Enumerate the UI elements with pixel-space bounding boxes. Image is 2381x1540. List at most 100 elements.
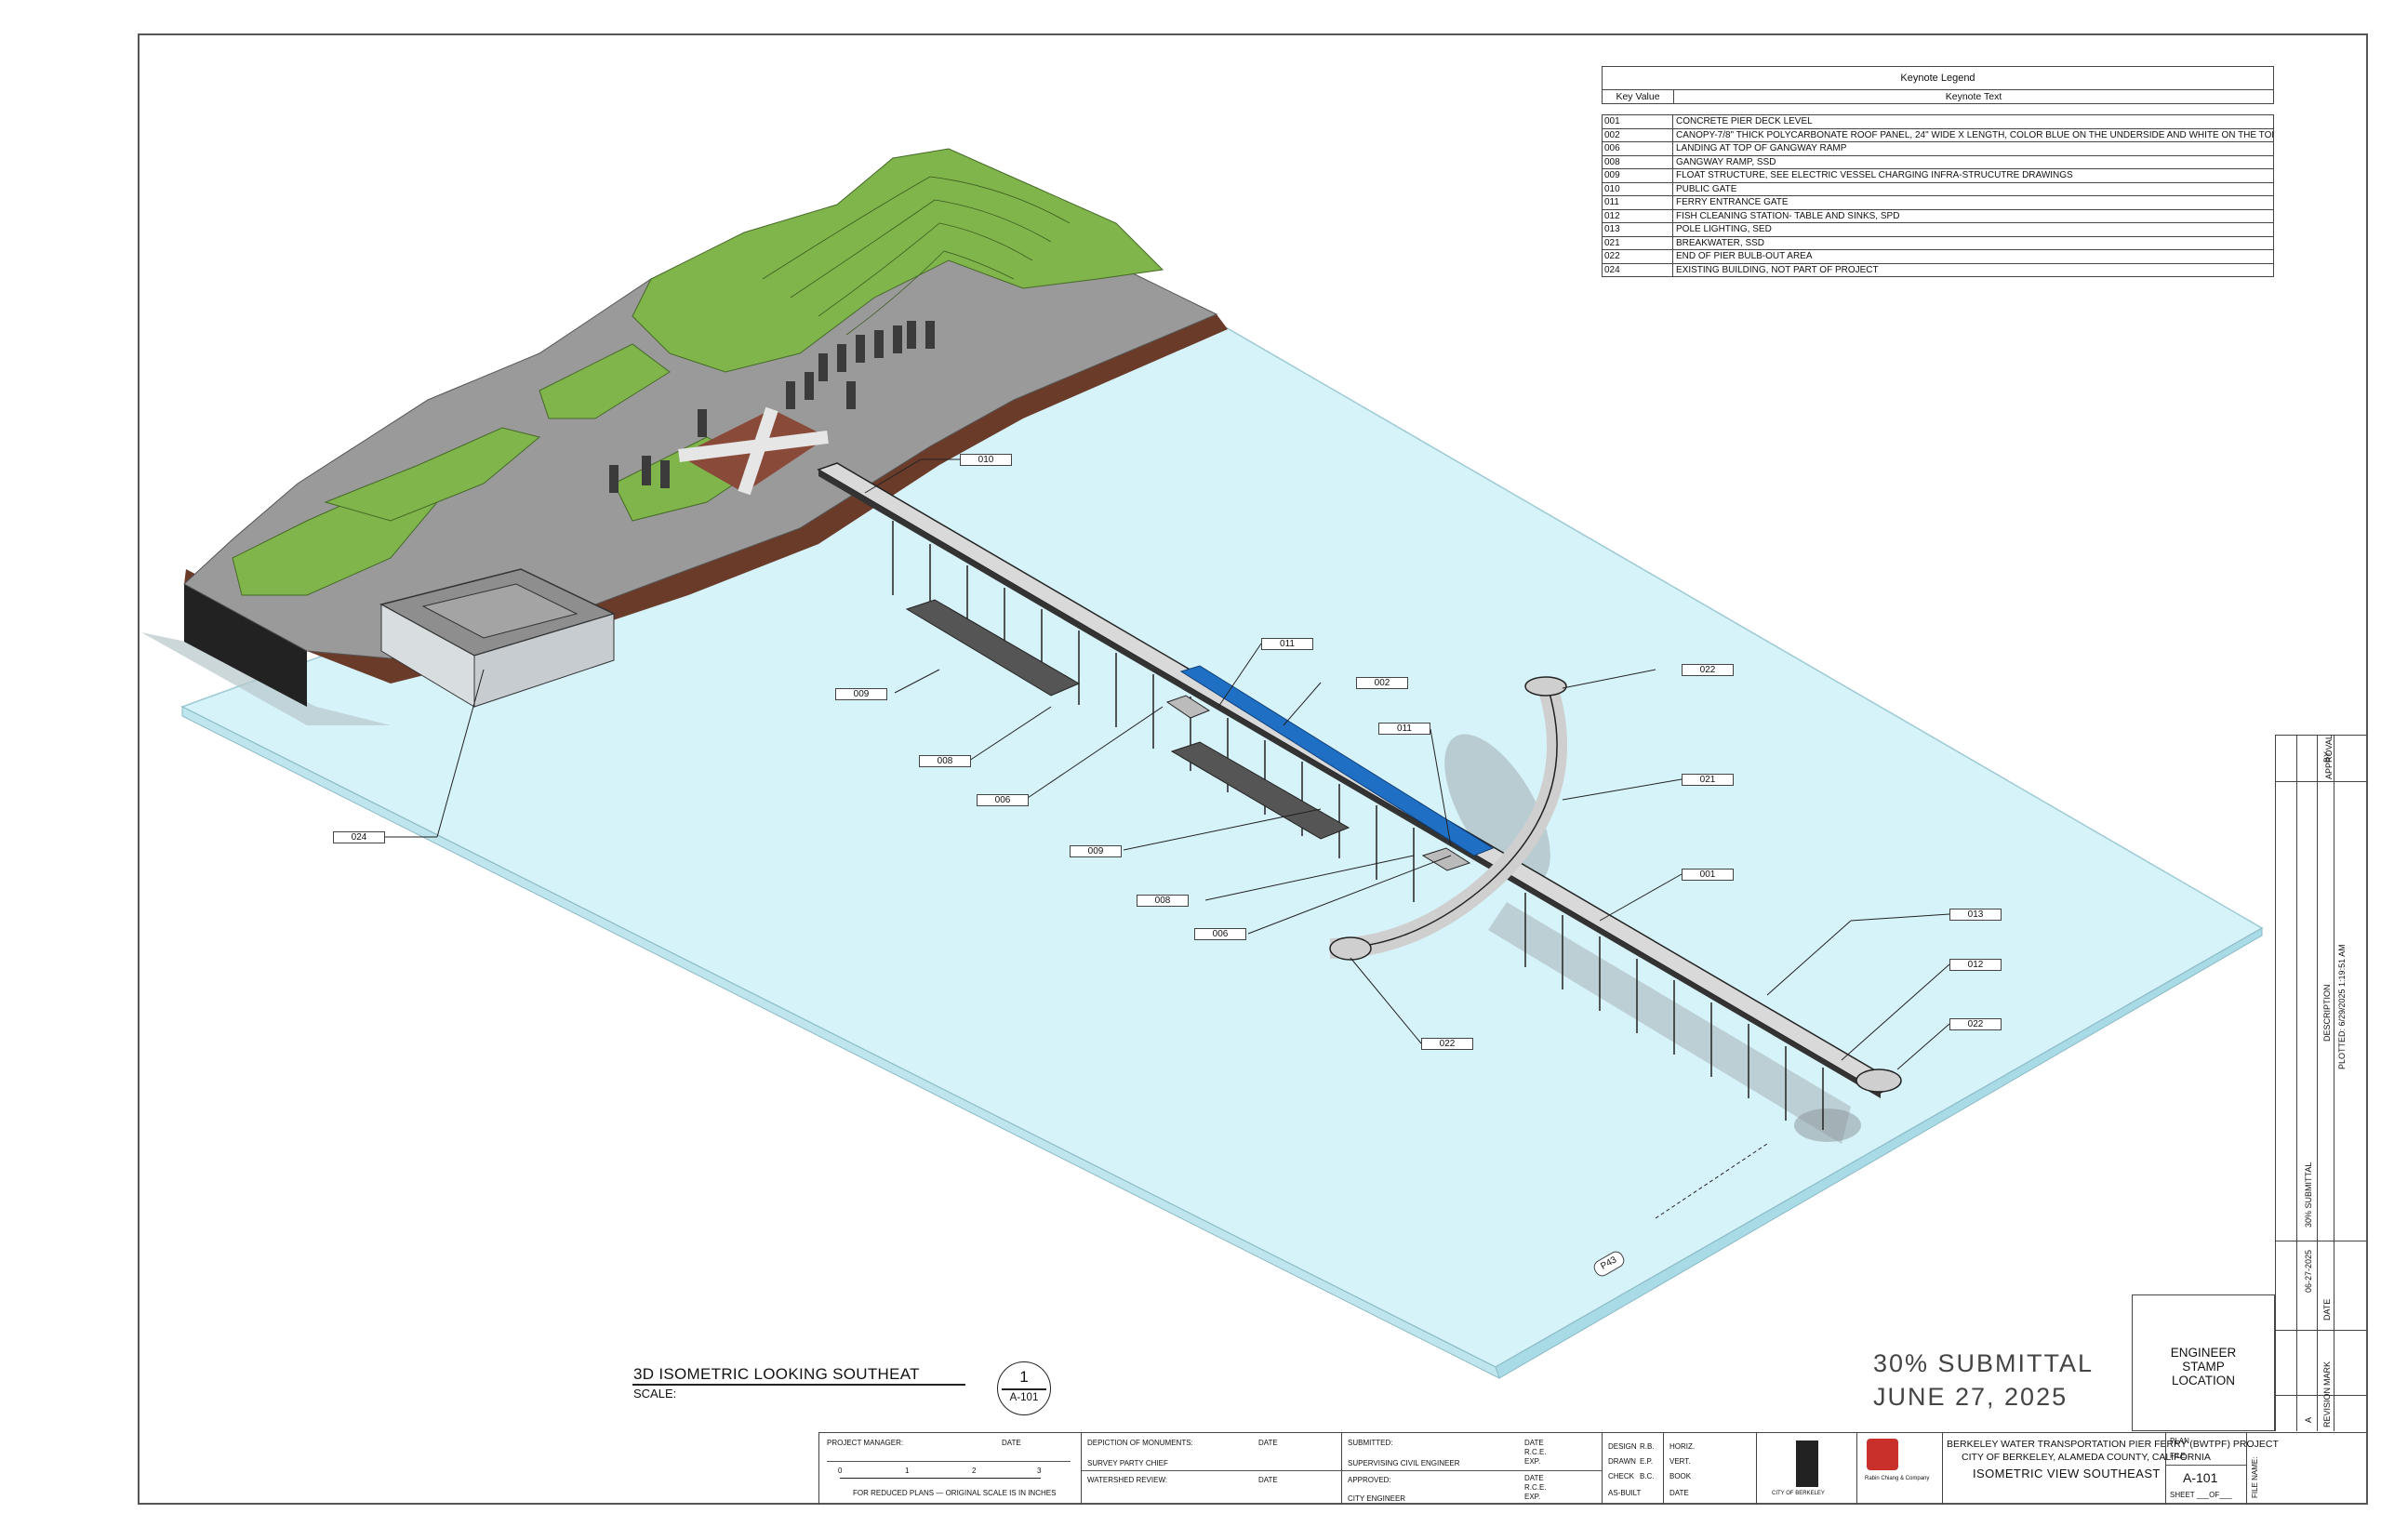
tb-monument-cell: DEPICTION OF MONUMENTS: DATE SURVEY PART… — [1081, 1433, 1342, 1505]
callout-011: 011 — [1261, 638, 1313, 650]
tb-sup-civil: SUPERVISING CIVIL ENGINEER — [1348, 1459, 1460, 1467]
revision-strip: BY APPROVAL DESCRIPTION PLOTTED: 6/29/20… — [2275, 735, 2367, 1431]
tb-survey-chief: SURVEY PARTY CHIEF — [1087, 1459, 1168, 1467]
detail-sheet-ref: A-101 — [1009, 1392, 1039, 1403]
legend-key: 010 — [1603, 182, 1673, 195]
tb-file-name-cell: FILE NAME: — [2246, 1433, 2367, 1505]
tb-scale-bar — [840, 1478, 1041, 1479]
firm-logo — [1867, 1439, 1898, 1470]
rev-approval: APPROVAL — [2324, 735, 2334, 779]
legend-row: 021 BREAKWATER, SSD — [1603, 236, 2273, 250]
tb-project-cell: BERKELEY WATER TRANSPORTATION PIER FERRY… — [1942, 1433, 2279, 1505]
legend-row: 013 POLE LIGHTING, SED — [1603, 223, 2273, 237]
tb-approved: APPROVED: — [1348, 1476, 1391, 1484]
submittal-line1: 30% SUBMITTAL — [1873, 1349, 2095, 1377]
legend-row: 010 PUBLIC GATE — [1603, 182, 2273, 196]
rev-mark-label: MARK — [2322, 1361, 2332, 1386]
rev-date-label: DATE — [2322, 1298, 2332, 1321]
tb-design-cell: DESIGN R.B. DRAWN E.P. CHECK B.C. AS-BUI… — [1602, 1433, 1663, 1505]
legend-row: 001 CONCRETE PIER DECK LEVEL — [1603, 115, 2273, 129]
view-scale: SCALE: — [633, 1387, 677, 1401]
callout-009: 009 — [835, 688, 887, 700]
tb-design-value: R.B. — [1640, 1442, 1655, 1451]
tb-exp: EXP. — [1524, 1457, 1541, 1466]
tb-scale-3: 3 — [1037, 1467, 1042, 1475]
tb-depiction: DEPICTION OF MONUMENTS: — [1087, 1439, 1193, 1447]
bulbout-end — [1856, 1069, 1902, 1093]
legend-row: 011 FERRY ENTRANCE GATE — [1603, 196, 2273, 210]
legend-col-key: Key Value — [1603, 90, 1674, 103]
legend-text: POLE LIGHTING, SED — [1676, 224, 1772, 234]
tb-book: BOOK — [1669, 1472, 1692, 1480]
callout-008: 008 — [919, 755, 971, 767]
callout-009: 009 — [1070, 845, 1122, 857]
tb-date: DATE — [1258, 1476, 1278, 1484]
legend-row: 022 END OF PIER BULB-OUT AREA — [1603, 250, 2273, 264]
tb-city-engineer: CITY ENGINEER — [1348, 1494, 1406, 1503]
tb-scale-2: 2 — [972, 1467, 977, 1475]
tb-scale-note: FOR REDUCED PLANS — ORIGINAL SCALE IS IN… — [853, 1489, 1057, 1497]
legend-key: 024 — [1603, 263, 1673, 276]
legend-key: 002 — [1603, 128, 1673, 141]
callout-011: 011 — [1378, 723, 1430, 735]
tb-as-built: AS-BUILT — [1608, 1489, 1642, 1497]
bulbout-north — [1524, 676, 1567, 697]
city-logo — [1796, 1440, 1818, 1487]
legend-key: 013 — [1603, 223, 1673, 236]
bulbout-south — [1329, 936, 1372, 961]
rev-revision-label: REVISION — [2322, 1387, 2332, 1427]
view-title: 3D ISOMETRIC LOOKING SOUTHEAT — [633, 1365, 920, 1383]
tb-date2: DATE — [1669, 1489, 1689, 1497]
legend-key: 006 — [1603, 142, 1673, 155]
tb-date: DATE — [1258, 1439, 1278, 1447]
rev-date-value: 06-27-2025 — [2304, 1249, 2313, 1293]
tb-design: DESIGN — [1608, 1442, 1637, 1451]
stamp-line2: STAMP — [2182, 1360, 2225, 1374]
tb-sheet-number: A-101 — [2183, 1470, 2218, 1485]
rev-mark-value: A — [2304, 1416, 2313, 1423]
legend-row: 008 GANGWAY RAMP, SSD — [1603, 155, 2273, 169]
legend-row: 006 LANDING AT TOP OF GANGWAY RAMP — [1603, 142, 2273, 156]
legend-key: 012 — [1603, 209, 1673, 222]
tb-rce: R.C.E. — [1524, 1448, 1547, 1456]
legend-row: 024 EXISTING BUILDING, NOT PART OF PROJEC… — [1603, 263, 2273, 276]
tb-drawn: DRAWN — [1608, 1457, 1636, 1466]
tb-rce: R.C.E. — [1524, 1483, 1547, 1492]
tb-check-value: B.C. — [1640, 1472, 1655, 1480]
tb-firm-cell: Rabin Chiang & Company — [1856, 1433, 1942, 1505]
legend-text: CANOPY-7/8" THICK POLYCARBONATE ROOF PAN… — [1676, 129, 2273, 140]
callout-021: 021 — [1682, 774, 1734, 786]
tb-sheet-of: SHEET ___OF___ — [2170, 1491, 2232, 1499]
callout-002: 002 — [1356, 677, 1408, 689]
submittal-line2: JUNE 27, 2025 — [1873, 1383, 2068, 1411]
legend-key: 001 — [1603, 115, 1673, 128]
title-block: PROJECT MANAGER: DATE 0 1 2 3 FOR REDUCE… — [818, 1432, 2367, 1505]
legend-row: 012 FISH CLEANING STATION- TABLE AND SINK… — [1603, 209, 2273, 223]
callout-024: 024 — [333, 831, 385, 843]
tb-file-name: FILE NAME: — [2251, 1456, 2259, 1498]
callout-006: 006 — [1194, 928, 1246, 940]
legend-key: 011 — [1603, 196, 1673, 209]
callout-001: 001 — [1682, 869, 1734, 881]
legend-text: CONCRETE PIER DECK LEVEL — [1676, 116, 1813, 126]
tb-check: CHECK — [1608, 1472, 1635, 1480]
callout-022: 022 — [1421, 1038, 1473, 1050]
legend-col-text: Keynote Text — [1945, 91, 2002, 102]
legend-row: 009 FLOAT STRUCTURE, SEE ELECTRIC VESSEL … — [1603, 169, 2273, 183]
legend-row: 002 CANOPY-7/8" THICK POLYCARBONATE ROOF … — [1603, 128, 2273, 142]
tb-date: DATE — [1524, 1474, 1544, 1482]
tb-city-logo-text: CITY OF BERKELEY — [1772, 1491, 1825, 1496]
legend-text: END OF PIER BULB-OUT AREA — [1676, 251, 1813, 261]
legend-text: FERRY ENTRANCE GATE — [1676, 197, 1789, 207]
detail-bubble: 1 A-101 — [997, 1361, 1051, 1415]
view-title-underline — [632, 1384, 965, 1386]
tb-city-logo-cell: CITY OF BERKELEY — [1756, 1433, 1856, 1505]
legend-rows: 001 CONCRETE PIER DECK LEVEL 002 CANOPY-7/… — [1602, 114, 2274, 277]
stamp-line1: ENGINEER — [2170, 1346, 2237, 1360]
tb-drawn-value: E.P. — [1640, 1457, 1654, 1466]
callout-006: 006 — [977, 794, 1029, 806]
rev-description: DESCRIPTION — [2322, 984, 2332, 1042]
tb-horiz: HORIZ. — [1669, 1442, 1696, 1451]
legend-title: Keynote Legend — [1602, 66, 2274, 90]
rev-plotted: PLOTTED: 6/29/2025 1:19:51 AM — [2337, 944, 2347, 1069]
